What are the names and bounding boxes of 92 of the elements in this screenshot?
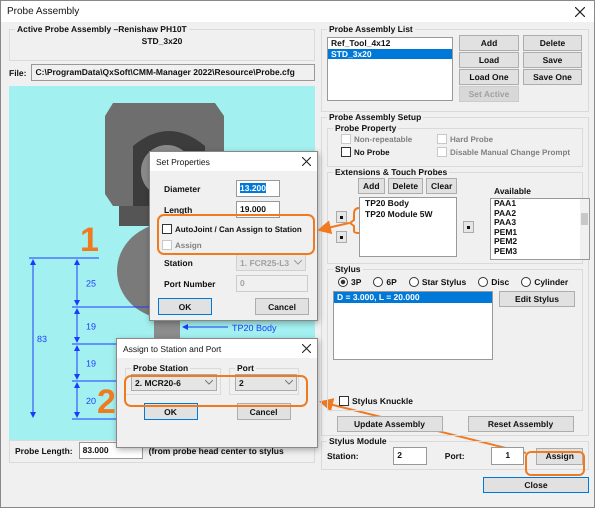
dialog-title: Set Properties — [156, 156, 210, 166]
list-item[interactable]: D = 3.000, L = 20.000 — [334, 292, 492, 302]
checkbox[interactable]: Stylus Knuckle — [339, 396, 413, 406]
list-item[interactable]: PEM3 — [491, 246, 580, 256]
group-title: Probe Assembly Setup — [328, 112, 422, 122]
radio-button[interactable] — [478, 277, 488, 287]
dimension-label: 19 — [86, 322, 96, 332]
list-item[interactable]: Ref_Tool_4x12 — [328, 38, 452, 48]
dialog-title: Assign to Station and Port — [123, 344, 222, 354]
list-item[interactable]: PAA3 — [491, 218, 580, 228]
move-down-button[interactable] — [336, 231, 347, 243]
list-item[interactable]: STD_3x20 — [328, 48, 452, 59]
dimension-label: 83 — [37, 334, 48, 344]
close-icon[interactable] — [302, 344, 311, 353]
radio-label[interactable]: Cylinder — [534, 277, 568, 287]
checkbox[interactable]: AutoJoint / Can Assign to Station — [162, 224, 309, 234]
file-path-field[interactable]: C:\ProgramData\QxSoft\CMM-Manager 2022\Resource\Probe.cfg — [31, 64, 315, 81]
callout-label: TP20 Body — [232, 323, 277, 333]
move-up-button[interactable] — [336, 211, 347, 223]
list-item[interactable]: TP20 Body — [360, 198, 456, 208]
list-item[interactable]: PEM2 — [491, 237, 580, 246]
probe-length-note: (from probe head center to stylus — [148, 446, 284, 456]
dimension-arrow — [74, 345, 80, 380]
cancel-button[interactable]: Cancel — [255, 298, 309, 315]
caret-icon — [294, 260, 302, 265]
group-title: Port — [236, 363, 255, 373]
dimension-label: 20 — [86, 396, 96, 406]
group-title: Active Probe Assembly –Renishaw PH10T — [16, 24, 188, 34]
extension-button[interactable]: Delete — [388, 178, 424, 194]
list-button[interactable]: Load One — [459, 69, 519, 85]
group-title: Probe Station — [132, 363, 190, 373]
list-button[interactable]: Add — [459, 35, 519, 51]
edit-stylus-button[interactable]: Edit Stylus — [499, 291, 575, 307]
radio-button[interactable] — [373, 277, 384, 287]
group-title: Probe Property — [334, 123, 398, 133]
available-label: Available — [493, 186, 532, 196]
dimension-label: 25 — [86, 278, 96, 288]
close-button[interactable]: Close — [483, 477, 589, 493]
caret-icon — [205, 380, 213, 385]
close-icon[interactable] — [302, 157, 311, 166]
step-number: 2 — [97, 385, 116, 419]
port-field[interactable]: 1 — [490, 447, 524, 465]
list-button[interactable]: Load — [459, 52, 519, 68]
radio-button[interactable] — [521, 277, 532, 287]
list-button[interactable]: Delete — [523, 35, 582, 51]
port-number-label: Port Number — [163, 278, 216, 288]
caret-icon — [285, 380, 293, 385]
highlight-frame — [525, 451, 585, 476]
list-button[interactable]: Save — [523, 52, 582, 68]
add-probe-button[interactable] — [463, 221, 474, 233]
diameter-field[interactable]: 13.200 — [236, 180, 280, 197]
dimension-label: 19 — [86, 358, 96, 368]
station-field[interactable]: 2 — [393, 447, 427, 465]
radio-label[interactable]: Star Stylus — [422, 277, 466, 287]
radio-label[interactable]: 6P — [386, 277, 397, 287]
length-label: Length — [163, 204, 194, 214]
ok-button[interactable]: OK — [158, 298, 212, 315]
group-title: Stylus — [334, 264, 362, 274]
group-title: Extensions & Touch Probes — [334, 167, 448, 177]
checkbox[interactable]: No Probe — [341, 147, 437, 157]
list-item[interactable]: PAA2 — [491, 208, 580, 218]
dimension-arrow — [74, 308, 80, 343]
diameter-label: Diameter — [163, 184, 202, 194]
leader-line — [182, 324, 228, 330]
close-icon[interactable] — [575, 6, 585, 16]
list-button[interactable]: Save One — [523, 69, 582, 85]
step-number: 1 — [80, 223, 99, 257]
radio-label[interactable]: 3P — [351, 277, 362, 287]
group-title: Stylus Module — [328, 436, 388, 446]
station-label: Station: — [327, 451, 360, 461]
assembly-name: STD_3x20 — [142, 36, 182, 46]
radio-label[interactable]: Disc — [491, 277, 510, 287]
dimension-arrow — [74, 382, 80, 418]
assembly-button[interactable]: Reset Assembly — [468, 416, 574, 432]
file-label: File: — [9, 68, 26, 78]
scrollbar[interactable] — [580, 199, 589, 259]
radio-button[interactable] — [408, 277, 419, 287]
extension-button[interactable]: Clear — [426, 178, 458, 194]
radio-button[interactable] — [338, 277, 348, 287]
list-item[interactable]: PEM1 — [491, 228, 580, 237]
group-title: Probe Assembly List — [328, 24, 414, 34]
port-label: Port: — [444, 451, 466, 461]
station-label: Station — [163, 258, 194, 268]
assembly-button[interactable]: Update Assembly — [336, 416, 442, 432]
probe-length-label: Probe Length: — [15, 446, 73, 456]
extension-button[interactable]: Add — [358, 178, 385, 194]
list-item[interactable]: TP20 Module 5W — [360, 208, 456, 219]
bracket-mark — [349, 207, 360, 234]
window-title: Probe Assembly — [7, 6, 80, 17]
list-item[interactable]: PAA1 — [491, 199, 580, 208]
annotation-arrow — [317, 220, 350, 234]
dimension-arrow — [74, 259, 80, 306]
